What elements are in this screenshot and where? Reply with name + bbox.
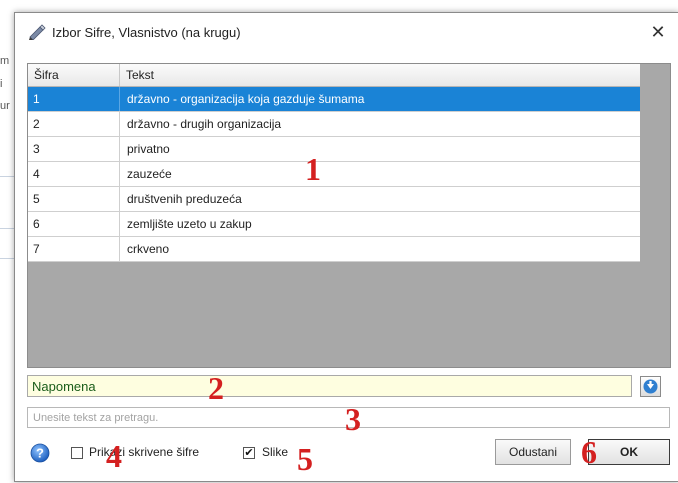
dialog-title: Izbor Sifre, Vlasnistvo (na krugu)	[52, 25, 241, 40]
note-field[interactable]: Napomena	[27, 375, 632, 397]
text-cell: državno - drugih organizacija	[127, 117, 282, 131]
background-divider	[0, 228, 14, 229]
background-window: m i ur	[0, 0, 14, 483]
annotation-marker: 5	[297, 441, 313, 477]
pencil-icon	[29, 24, 46, 40]
table-row[interactable]: 4 zauzeće	[28, 162, 640, 187]
code-cell: 4	[28, 162, 120, 186]
text-cell: crkveno	[127, 242, 170, 256]
column-header-text[interactable]: Tekst	[120, 64, 640, 86]
ok-button[interactable]: OK	[588, 439, 670, 465]
show-hidden-checkbox[interactable]	[71, 447, 83, 459]
table-row[interactable]: 5 društvenih preduzeća	[28, 187, 640, 212]
text-cell: državno - organizacija koja gazduje šuma…	[127, 92, 365, 106]
code-cell: 1	[28, 87, 120, 111]
table-row[interactable]: 2 državno - drugih organizacija	[28, 112, 640, 137]
annotation-marker: 3	[345, 401, 361, 437]
code-selection-dialog: Izbor Sifre, Vlasnistvo (na krugu) ✕ Šif…	[14, 12, 678, 482]
annotation-marker: 4	[106, 438, 122, 474]
help-icon[interactable]: ?	[30, 443, 50, 463]
table-row[interactable]: 1 državno - organizacija koja gazduje šum…	[28, 87, 640, 112]
code-cell: 5	[28, 187, 120, 211]
title-bar[interactable]: Izbor Sifre, Vlasnistvo (na krugu) ✕	[15, 13, 678, 53]
svg-text:?: ?	[36, 446, 44, 461]
grid-rows: 1 državno - organizacija koja gazduje šum…	[28, 87, 640, 262]
background-text: ur	[0, 100, 10, 112]
annotation-marker: 2	[208, 370, 224, 406]
code-cell: 6	[28, 212, 120, 236]
background-divider	[0, 258, 14, 259]
note-dropdown-button[interactable]	[640, 376, 661, 397]
background-text: m	[0, 55, 10, 67]
table-row[interactable]: 7 crkveno	[28, 237, 640, 262]
background-text: i	[0, 78, 3, 90]
text-cell: zemljište uzeto u zakup	[127, 217, 252, 231]
code-cell: 2	[28, 112, 120, 136]
annotation-marker: 6	[581, 434, 597, 470]
table-row[interactable]: 6 zemljište uzeto u zakup	[28, 212, 640, 237]
close-button[interactable]: ✕	[644, 19, 672, 45]
grid-header: Šifra Tekst	[28, 64, 640, 87]
text-cell: društvenih preduzeća	[127, 192, 242, 206]
table-row[interactable]: 3 privatno	[28, 137, 640, 162]
code-cell: 7	[28, 237, 120, 261]
text-cell: zauzeće	[127, 167, 172, 181]
annotation-marker: 1	[305, 151, 321, 187]
cancel-button[interactable]: Odustani	[495, 439, 571, 465]
background-divider	[0, 176, 14, 177]
code-cell: 3	[28, 137, 120, 161]
text-cell: privatno	[127, 142, 170, 156]
down-arrow-icon	[643, 379, 658, 394]
code-grid: Šifra Tekst 1 državno - organizacija koja…	[27, 63, 671, 368]
images-checkbox[interactable]: ✔	[243, 447, 255, 459]
column-header-code[interactable]: Šifra	[28, 64, 120, 86]
images-label[interactable]: Slike	[262, 445, 288, 459]
